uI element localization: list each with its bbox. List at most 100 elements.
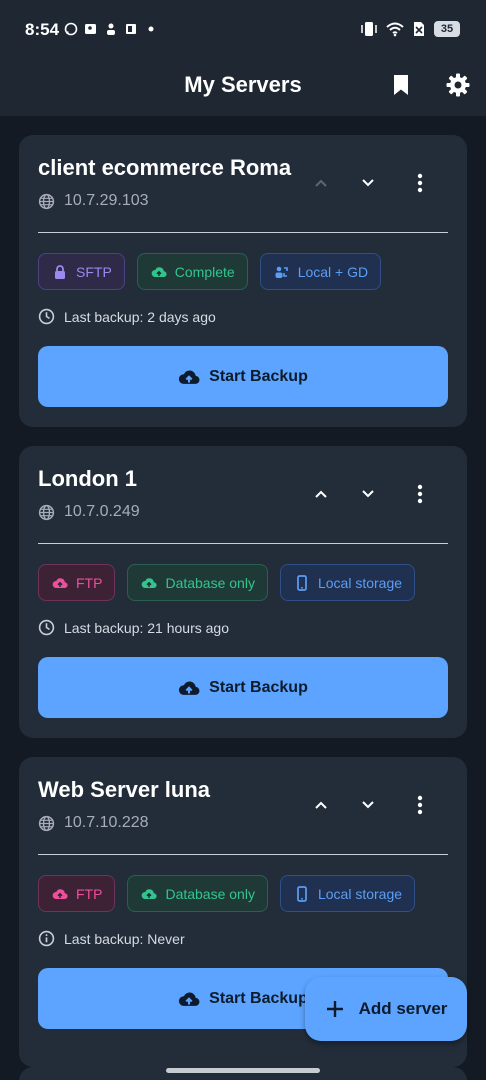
chevron-up-icon [315, 490, 327, 498]
bookmark-icon[interactable] [388, 72, 414, 98]
last-backup-row: Last backup: 2 days ago [38, 308, 216, 325]
chevron-up-icon [315, 801, 327, 809]
cloud-upload-icon [141, 575, 158, 591]
chip-label: SFTP [76, 263, 112, 280]
last-backup-text: Last backup: 2 days ago [64, 308, 216, 325]
server-name: Web Server luna [38, 777, 210, 802]
server-name: client ecommerce Roma [38, 155, 292, 180]
chevron-down-icon [362, 490, 374, 498]
cloud-upload-icon [52, 575, 68, 591]
server-chip: SFTP [38, 253, 125, 290]
move-down-button[interactable] [356, 793, 380, 817]
start-backup-label: Start Backup [209, 367, 308, 385]
last-backup-row: Last backup: 21 hours ago [38, 619, 229, 636]
whatsapp-icon [64, 22, 78, 36]
cloud-upload-icon [178, 677, 200, 699]
server-chip: Database only [127, 564, 268, 601]
server-chips: SFTP Complete Local + GD [38, 253, 382, 290]
server-name: London 1 [38, 466, 137, 491]
server-chip: Local storage [279, 564, 416, 601]
add-server-label: Add server [358, 999, 448, 1018]
phone-icon [294, 574, 310, 591]
chip-label: FTP [76, 885, 103, 902]
chip-label: FTP [76, 574, 103, 591]
server-chip: Database only [127, 875, 268, 912]
cloud-upload-icon [151, 264, 167, 280]
last-backup-text: Last backup: 21 hours ago [64, 619, 230, 636]
more-vert-icon [417, 173, 423, 193]
cloud-upload-icon [141, 886, 158, 902]
move-down-button[interactable] [356, 171, 380, 195]
lock-icon [52, 264, 68, 280]
battery-icon: 35 [434, 21, 460, 37]
move-up-button[interactable] [309, 171, 333, 195]
server-ip-row: 10.7.29.103 [38, 192, 149, 210]
more-options-button[interactable] [408, 171, 432, 195]
server-ip: 10.7.0.249 [64, 503, 140, 520]
more-vert-icon [417, 795, 423, 815]
chip-label: Local storage [317, 885, 403, 902]
cloud-upload-icon [178, 366, 200, 388]
chip-label: Local + GD [297, 263, 369, 280]
start-backup-button[interactable]: Start Backup [38, 346, 448, 407]
status-left-icons [64, 22, 158, 36]
server-chips: FTP Database only Local storage [38, 875, 416, 912]
dot-icon [148, 26, 154, 32]
clock-icon [38, 619, 55, 636]
settings-icon[interactable] [445, 72, 471, 98]
server-chip: FTP [38, 875, 116, 912]
office-icon [126, 24, 136, 34]
clock-icon [38, 308, 55, 325]
chip-label: Complete [174, 263, 235, 280]
globe-icon [38, 193, 55, 210]
cloud-upload-icon [178, 988, 200, 1010]
move-up-button[interactable] [309, 482, 333, 506]
add-server-button[interactable]: Add server [305, 977, 467, 1041]
chip-label: Database only [165, 574, 255, 591]
move-up-button[interactable] [309, 793, 333, 817]
chip-label: Database only [165, 885, 255, 902]
globe-icon [38, 504, 55, 521]
wifi-icon [386, 22, 404, 37]
server-chip: FTP [38, 564, 116, 601]
start-backup-button[interactable]: Start Backup [38, 657, 448, 718]
person-icon [107, 23, 115, 35]
chevron-down-icon [362, 179, 374, 187]
chevron-up-icon [315, 179, 327, 187]
plus-icon [326, 1001, 343, 1017]
more-options-button[interactable] [408, 793, 432, 817]
app-bar: My Servers [0, 60, 486, 116]
phone-icon [294, 885, 310, 902]
status-time: 8:54 [25, 20, 60, 39]
server-chips: FTP Database only Local storage [38, 564, 416, 601]
server-ip: 10.7.29.103 [64, 192, 149, 209]
globe-icon [38, 815, 55, 832]
info-icon [38, 930, 55, 947]
more-options-button[interactable] [408, 482, 432, 506]
move-down-button[interactable] [356, 482, 380, 506]
sync-storage-icon [274, 264, 290, 280]
card-divider [38, 543, 448, 544]
last-backup-row: Last backup: Never [38, 930, 185, 947]
last-backup-text: Last backup: Never [64, 930, 185, 947]
start-backup-label: Start Backup [209, 989, 308, 1007]
cloud-upload-icon [52, 886, 68, 902]
server-ip-row: 10.7.0.249 [38, 503, 140, 521]
more-vert-icon [417, 484, 423, 504]
vibrate-icon [361, 22, 377, 36]
no-sim-icon [414, 22, 424, 36]
home-indicator[interactable] [166, 1068, 320, 1073]
card-divider [38, 232, 448, 233]
server-ip-row: 10.7.10.228 [38, 814, 149, 832]
chip-label: Local storage [317, 574, 403, 591]
chevron-down-icon [362, 801, 374, 809]
server-chip: Local + GD [259, 253, 382, 290]
server-card[interactable]: London 1 10.7.0.249 FTP Database only Local … [19, 446, 467, 738]
status-right-icons: 35 [360, 21, 460, 37]
server-chip: Complete [136, 253, 248, 290]
contact-card-icon [85, 24, 96, 34]
server-ip: 10.7.10.228 [64, 814, 149, 831]
server-card[interactable]: client ecommerce Roma 10.7.29.103 SFTP Comp… [19, 135, 467, 427]
card-divider [38, 854, 448, 855]
start-backup-label: Start Backup [209, 678, 308, 696]
